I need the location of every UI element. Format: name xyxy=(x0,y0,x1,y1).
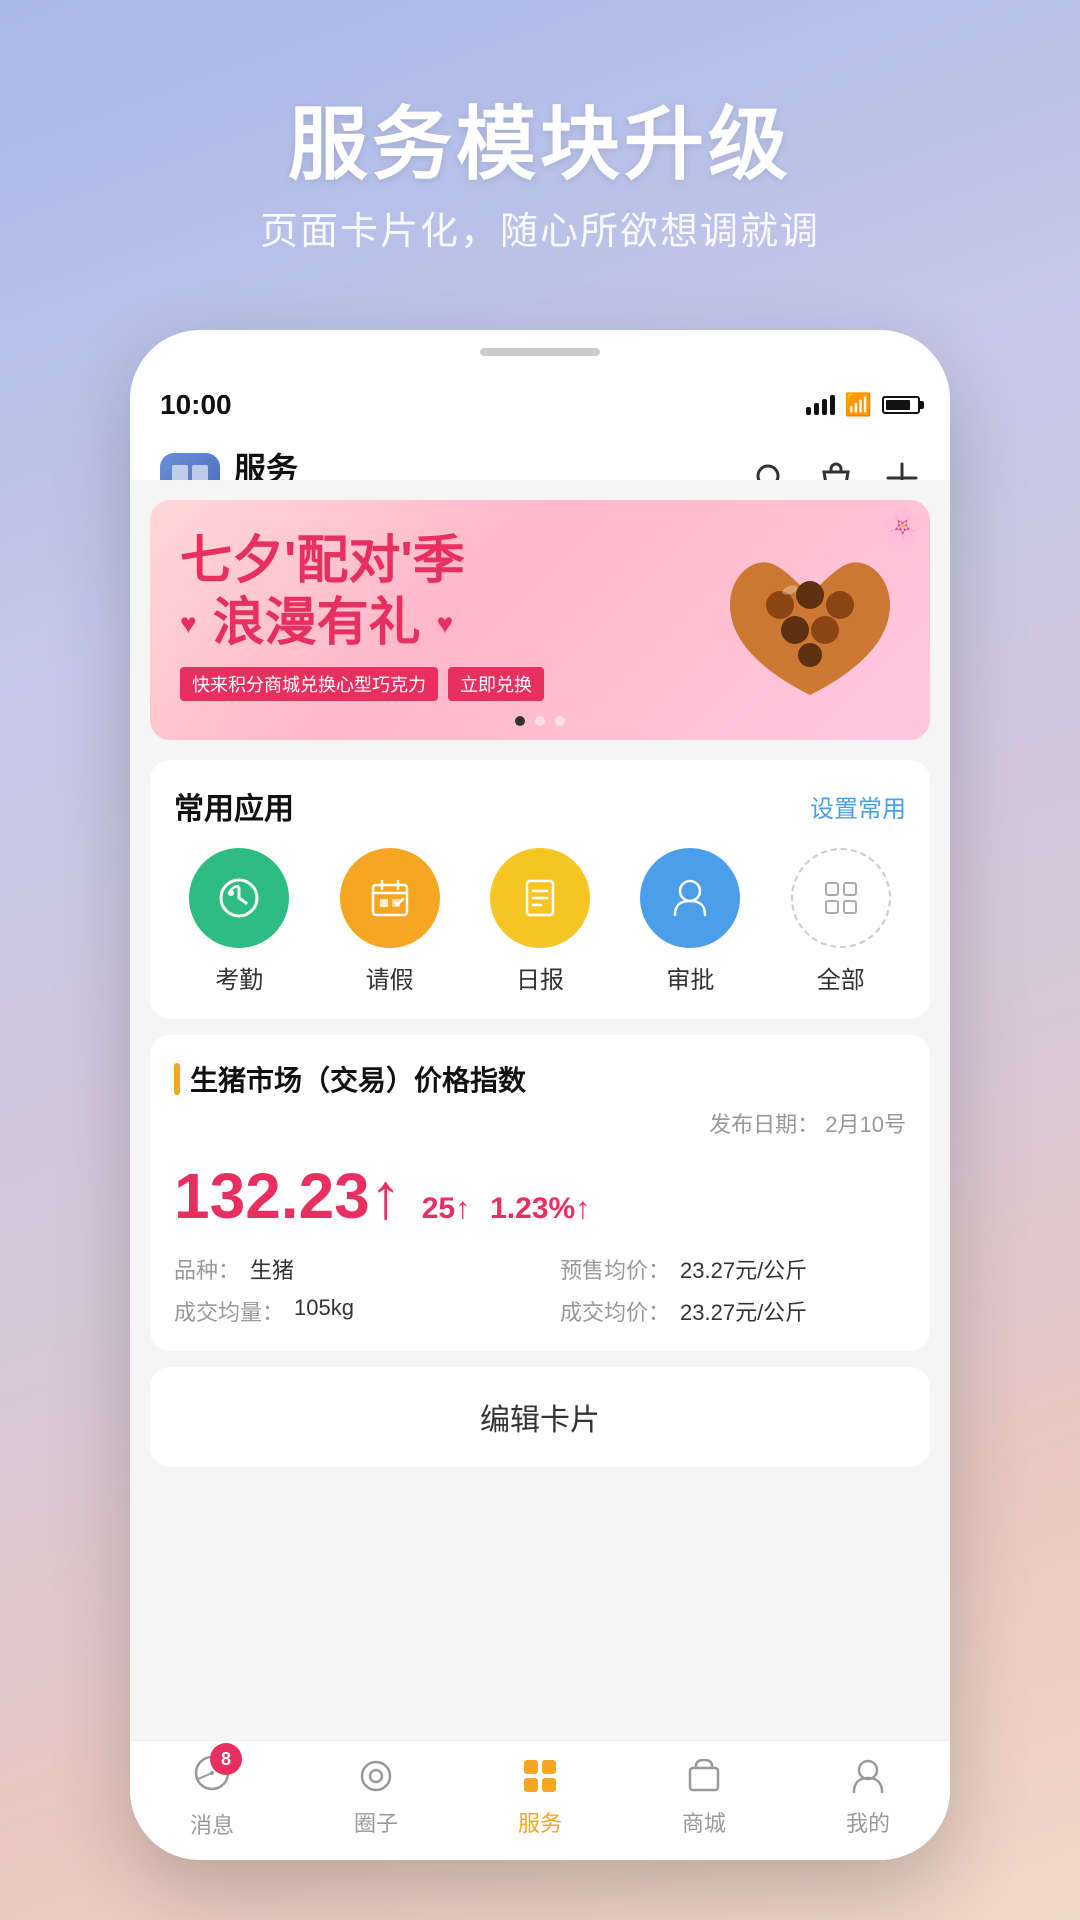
app-item-daily[interactable]: 日报 xyxy=(490,848,590,995)
leave-label: 请假 xyxy=(366,960,414,995)
market-detail-breed: 品种： 生猪 xyxy=(174,1253,520,1285)
nav-item-message[interactable]: 8 消息 xyxy=(190,1751,234,1840)
all-label: 全部 xyxy=(817,960,865,995)
apps-grid: 考勤 xyxy=(174,848,906,995)
attendance-label: 考勤 xyxy=(215,960,263,995)
market-detail-volume: 成交均量： 105kg xyxy=(174,1295,520,1327)
nav-label-mine: 我的 xyxy=(846,1806,890,1838)
app-item-all[interactable]: 全部 xyxy=(791,848,891,995)
banner-dot-3 xyxy=(555,716,565,726)
attendance-icon xyxy=(189,848,289,948)
market-price-row: 132.23↑ 25↑ 1.23%↑ xyxy=(174,1159,906,1233)
banner-title-line1: 七夕'配对'季 xyxy=(180,530,544,592)
nav-label-service: 服务 xyxy=(518,1806,562,1838)
status-time: 10:00 xyxy=(160,389,232,421)
set-common-action[interactable]: 设置常用 xyxy=(810,789,906,824)
banner-heart-right: ♥ xyxy=(437,608,454,640)
promo-title: 服务模块升级 xyxy=(0,80,1080,196)
scroll-area[interactable]: 七夕'配对'季 ♥ 浪漫有礼 ♥ 快来积分商城兑换心型巧克力 立即兑换 xyxy=(130,480,950,1740)
wifi-icon: 📶 xyxy=(845,392,872,418)
all-icon xyxy=(791,848,891,948)
promo-subtitle: 页面卡片化，随心所欲想调就调 xyxy=(0,200,1080,255)
market-detail-deal: 成交均价： 23.27元/公斤 xyxy=(560,1295,906,1327)
market-change-points: 25↑ xyxy=(422,1192,470,1226)
battery-icon xyxy=(882,396,920,414)
nav-item-service[interactable]: 服务 xyxy=(518,1754,562,1838)
app-item-attendance[interactable]: 考勤 xyxy=(189,848,289,995)
service-icon xyxy=(518,1754,562,1798)
market-date: 发布日期： 2月10号 xyxy=(174,1107,906,1139)
phone-notch xyxy=(480,348,600,356)
market-title-row: 生猪市场（交易）价格指数 xyxy=(174,1059,906,1099)
message-badge: 8 xyxy=(210,1743,242,1775)
banner-dots xyxy=(515,716,565,726)
market-card[interactable]: 生猪市场（交易）价格指数 发布日期： 2月10号 132.23↑ 25↑ 1.2… xyxy=(150,1035,930,1351)
banner-content: 七夕'配对'季 ♥ 浪漫有礼 ♥ 快来积分商城兑换心型巧克力 立即兑换 xyxy=(180,530,544,701)
signal-icon xyxy=(806,395,835,415)
nav-label-message: 消息 xyxy=(190,1808,234,1840)
mine-icon xyxy=(846,1754,890,1798)
banner-title-line2: 浪漫有礼 xyxy=(213,592,421,654)
circle-icon xyxy=(354,1754,398,1798)
banner-heart-left: ♥ xyxy=(180,608,197,640)
edit-card-button[interactable]: 编辑卡片 xyxy=(150,1367,930,1467)
nav-item-mine[interactable]: 我的 xyxy=(846,1754,890,1838)
market-details: 品种： 生猪 预售均价： 23.27元/公斤 成交均量： 105kg 成交均价：… xyxy=(174,1253,906,1327)
daily-label: 日报 xyxy=(516,960,564,995)
section-header: 常用应用 设置常用 xyxy=(174,784,906,828)
banner-badge: 快来积分商城兑换心型巧克力 立即兑换 xyxy=(180,667,544,701)
approval-icon xyxy=(640,848,740,948)
market-price: 132.23↑ xyxy=(174,1159,402,1233)
app-screen: 10:00 📶 xyxy=(130,380,950,1860)
nav-item-shop[interactable]: 商城 xyxy=(682,1754,726,1838)
market-change-percent: 1.23%↑ xyxy=(490,1192,590,1226)
flower-decoration: 🌸 xyxy=(880,505,925,547)
market-detail-presell: 预售均价： 23.27元/公斤 xyxy=(560,1253,906,1285)
common-apps-section: 常用应用 设置常用 考勤 xyxy=(150,760,930,1019)
status-bar: 10:00 📶 xyxy=(130,380,950,430)
app-item-leave[interactable]: 请假 xyxy=(340,848,440,995)
nav-label-circle: 圈子 xyxy=(354,1806,398,1838)
banner-dot-2 xyxy=(535,716,545,726)
market-indicator xyxy=(174,1063,180,1095)
app-item-approval[interactable]: 审批 xyxy=(640,848,740,995)
banner-action-btn[interactable]: 立即兑换 xyxy=(448,667,544,701)
section-title: 常用应用 xyxy=(174,784,294,828)
phone-frame: 10:00 📶 xyxy=(130,330,950,1860)
shop-icon xyxy=(682,1754,726,1798)
bottom-nav: 8 消息 圈子 服务 xyxy=(130,1740,950,1860)
leave-icon xyxy=(340,848,440,948)
banner-sub-text: 快来积分商城兑换心型巧克力 xyxy=(180,667,438,701)
nav-item-circle[interactable]: 圈子 xyxy=(354,1754,398,1838)
approval-label: 审批 xyxy=(666,960,714,995)
daily-icon xyxy=(490,848,590,948)
status-icons: 📶 xyxy=(806,392,920,418)
banner-area[interactable]: 七夕'配对'季 ♥ 浪漫有礼 ♥ 快来积分商城兑换心型巧克力 立即兑换 xyxy=(150,500,930,740)
banner-dot-1 xyxy=(515,716,525,726)
nav-label-shop: 商城 xyxy=(682,1806,726,1838)
market-title: 生猪市场（交易）价格指数 xyxy=(190,1059,526,1099)
